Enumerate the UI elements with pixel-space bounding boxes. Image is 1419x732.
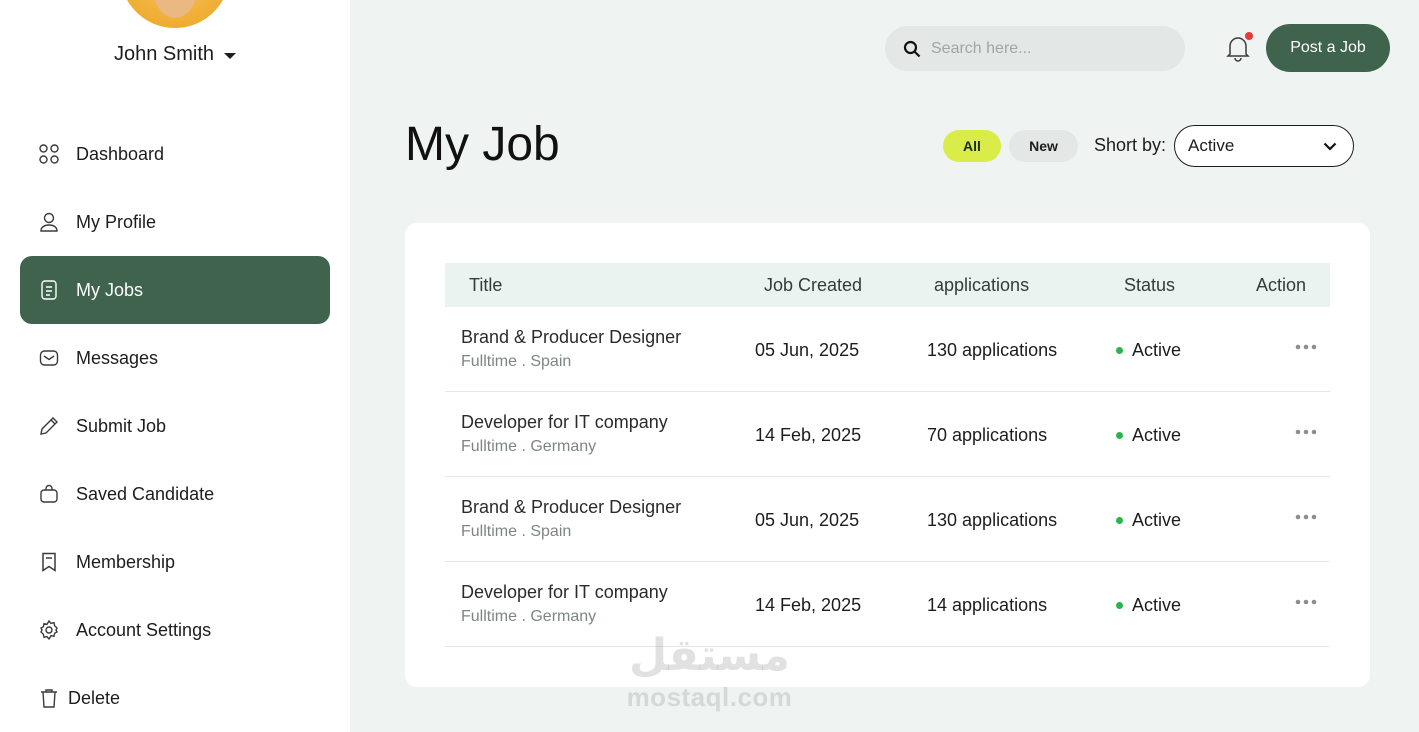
filter-all-chip[interactable]: All <box>943 130 1001 162</box>
job-created-date: 05 Jun, 2025 <box>755 510 860 530</box>
job-title[interactable]: Brand & Producer Designer <box>461 327 681 348</box>
sort-label: Short by: <box>1094 135 1167 155</box>
document-icon <box>41 280 57 300</box>
jobs-table-card: Title Job Created applications Status Ac… <box>405 223 1370 687</box>
job-applications: 130 applications <box>927 340 1058 360</box>
job-applications: 14 applications <box>927 595 1048 615</box>
table-row[interactable]: Brand & Producer Designer Fulltime . Spa… <box>445 307 1330 392</box>
grid-icon <box>39 144 59 164</box>
job-applications: 70 applications <box>927 425 1048 445</box>
job-title[interactable]: Developer for IT company <box>461 412 668 433</box>
sidebar-item-dashboard[interactable]: Dashboard <box>20 120 330 188</box>
chevron-down-icon <box>1323 142 1337 151</box>
column-header-title: Title <box>469 275 503 295</box>
sidebar-item-saved-candidate[interactable]: Saved Candidate <box>20 460 330 528</box>
sidebar-item-membership[interactable]: Membership <box>20 528 330 596</box>
sort-select[interactable]: Active <box>1174 125 1354 167</box>
user-menu[interactable]: John Smith <box>114 43 237 66</box>
more-options-icon[interactable] <box>1295 596 1317 608</box>
column-header-action: Action <box>1256 275 1307 295</box>
bookmark-icon <box>42 552 56 572</box>
sidebar-item-label: My Jobs <box>76 279 144 300</box>
sidebar-item-messages[interactable]: Messages <box>20 324 330 392</box>
sidebar-item-label: Saved Candidate <box>76 483 215 504</box>
status-text: Active <box>1132 425 1182 445</box>
job-meta: Fulltime . Germany <box>461 608 597 625</box>
filter-new-chip[interactable]: New <box>1009 130 1078 162</box>
sidebar-item-label: Account Settings <box>76 619 212 640</box>
watermark: مستقل mostaql.com <box>622 630 797 712</box>
post-job-button[interactable]: Post a Job <box>1266 24 1390 72</box>
status-dot-icon <box>1116 517 1123 524</box>
sidebar-item-my-profile[interactable]: My Profile <box>20 188 330 256</box>
sidebar-item-label: Messages <box>76 347 159 368</box>
user-name: John Smith <box>114 43 215 65</box>
sidebar-item-delete[interactable]: Delete <box>20 664 330 732</box>
status-text: Active <box>1132 510 1182 530</box>
notification-dot <box>1245 32 1253 40</box>
avatar[interactable] <box>120 0 230 28</box>
sidebar-nav: Dashboard My Profile My Jobs Messages Su… <box>20 120 330 732</box>
job-title[interactable]: Brand & Producer Designer <box>461 497 681 518</box>
column-header-job-created: Job Created <box>764 275 863 295</box>
job-applications: 130 applications <box>927 510 1058 530</box>
gear-icon <box>40 619 58 641</box>
search-icon <box>903 40 921 57</box>
job-status: Active <box>1116 425 1181 446</box>
sidebar-item-label: Submit Job <box>76 415 167 436</box>
job-created-date: 05 Jun, 2025 <box>755 340 860 360</box>
status-text: Active <box>1132 595 1182 615</box>
bag-icon <box>40 484 58 503</box>
sidebar-item-my-jobs[interactable]: My Jobs <box>20 256 330 324</box>
table-row[interactable]: Brand & Producer Designer Fulltime . Spa… <box>445 477 1330 562</box>
sidebar-item-label: My Profile <box>76 211 157 232</box>
job-title[interactable]: Developer for IT company <box>461 582 668 603</box>
table-row[interactable]: Developer for IT company Fulltime . Germ… <box>445 562 1330 647</box>
sidebar-item-account-settings[interactable]: Account Settings <box>20 596 330 664</box>
sidebar-item-label: Delete <box>68 687 121 708</box>
job-status: Active <box>1116 510 1181 531</box>
more-options-icon[interactable] <box>1295 511 1317 523</box>
sidebar-item-submit-job[interactable]: Submit Job <box>20 392 330 460</box>
status-dot-icon <box>1116 602 1123 609</box>
mail-icon <box>39 350 59 366</box>
sort-selected-value: Active <box>1188 136 1235 155</box>
more-options-icon[interactable] <box>1295 341 1317 353</box>
job-status: Active <box>1116 595 1181 616</box>
table-header: Title Job Created applications Status Ac… <box>445 263 1330 307</box>
column-header-status: Status <box>1124 275 1176 295</box>
status-text: Active <box>1132 340 1182 360</box>
sidebar-item-label: Dashboard <box>76 143 165 164</box>
column-header-applications: applications <box>934 275 1030 295</box>
job-meta: Fulltime . Germany <box>461 438 597 455</box>
user-icon <box>40 212 58 232</box>
sidebar: John Smith Dashboard My Profile My Jobs <box>0 0 350 732</box>
status-dot-icon <box>1116 432 1123 439</box>
search-input[interactable] <box>931 39 1161 58</box>
sidebar-item-label: Membership <box>76 551 176 572</box>
trash-icon <box>41 689 57 708</box>
status-dot-icon <box>1116 347 1123 354</box>
table-row[interactable]: Developer for IT company Fulltime . Germ… <box>445 392 1330 477</box>
pencil-icon <box>40 417 58 435</box>
page-title: My Job <box>405 118 560 171</box>
caret-down-icon <box>224 53 237 59</box>
job-meta: Fulltime . Spain <box>461 523 572 540</box>
job-created-date: 14 Feb, 2025 <box>755 595 862 615</box>
more-options-icon[interactable] <box>1295 426 1317 438</box>
job-status: Active <box>1116 340 1181 361</box>
watermark-latin: mostaql.com <box>626 682 793 712</box>
job-created-date: 14 Feb, 2025 <box>755 425 862 445</box>
search-bar <box>885 26 1185 71</box>
watermark-arabic: مستقل <box>629 630 790 681</box>
job-meta: Fulltime . Spain <box>461 353 572 370</box>
